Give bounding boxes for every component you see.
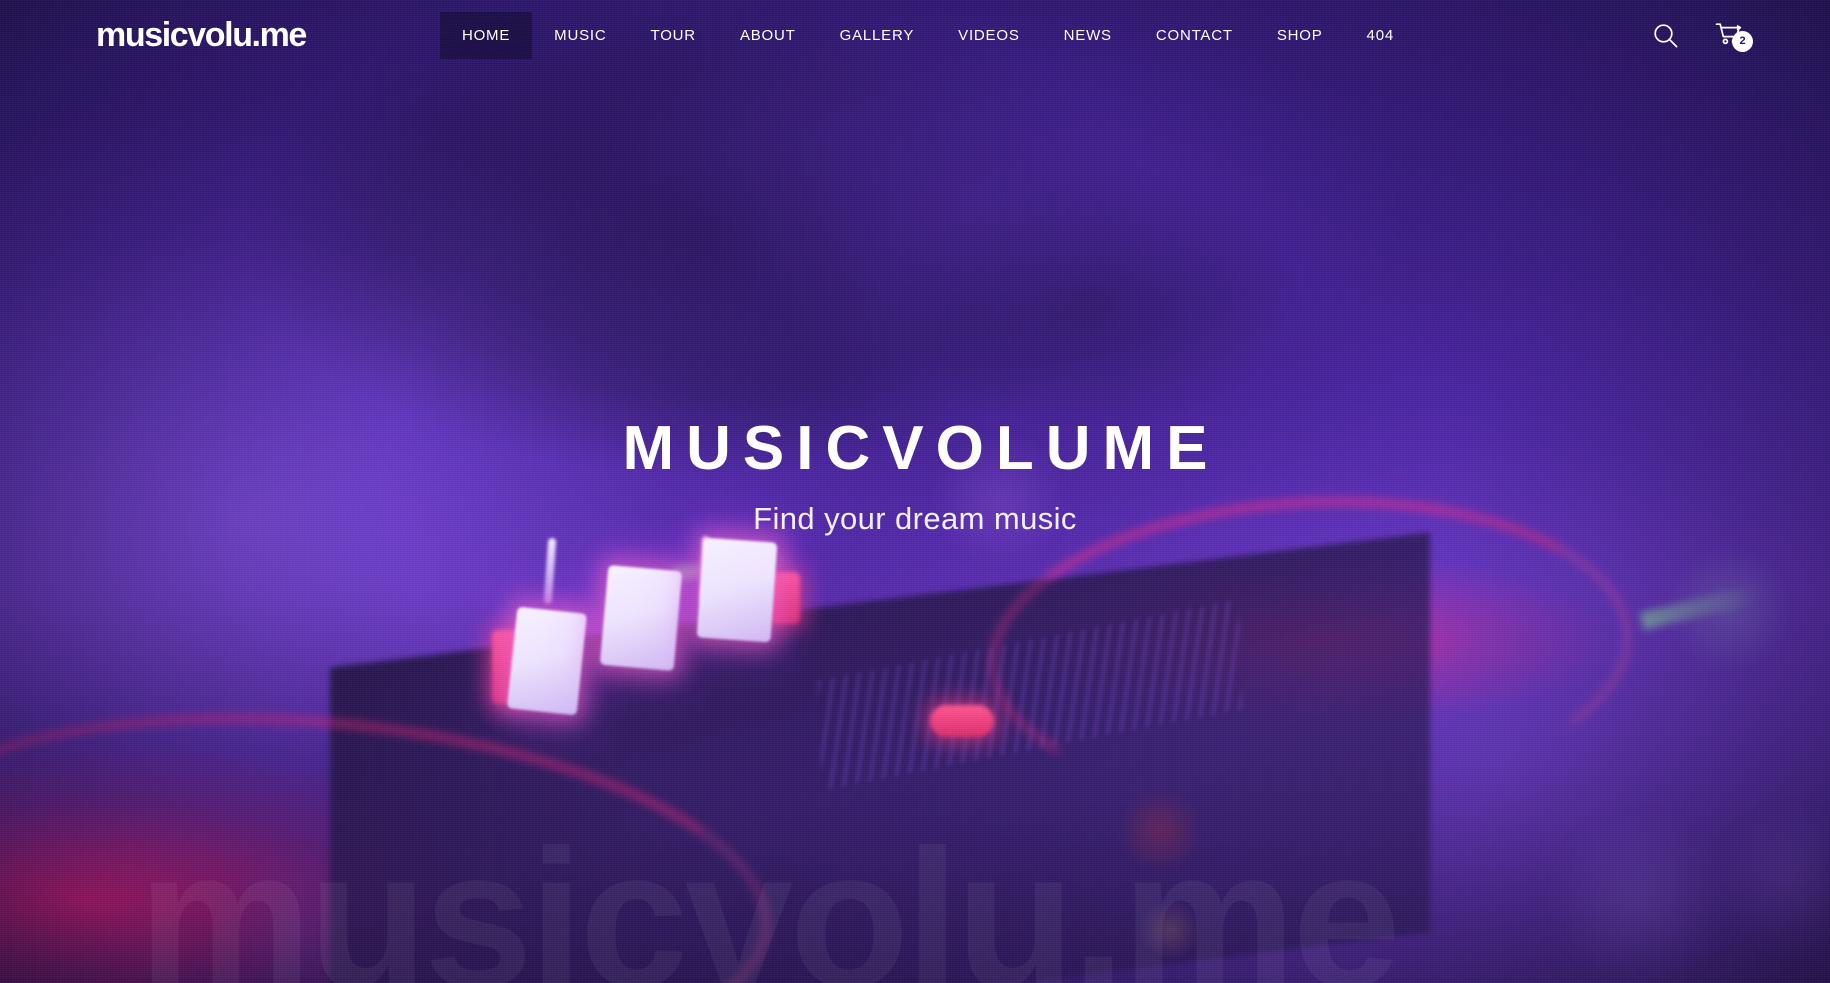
nav-item-tour[interactable]: TOUR [629, 12, 718, 59]
nav-item-404[interactable]: 404 [1345, 12, 1416, 59]
nav-item-about[interactable]: ABOUT [718, 12, 818, 59]
search-button[interactable] [1650, 20, 1680, 50]
site-header: musicvolu.me HOME MUSIC TOUR ABOUT GALLE… [0, 0, 1830, 70]
main-navigation: HOME MUSIC TOUR ABOUT GALLERY VIDEOS NEW… [439, 11, 1416, 59]
hero-copy: MUSICVOLUME Find your dream music [0, 418, 1830, 536]
header-actions: 2 [1650, 20, 1753, 52]
hero-section: musicvolu.me musicvolu.me HOME MUSIC TOU… [0, 0, 1830, 983]
background-watermark: musicvolu.me [138, 809, 1401, 983]
nav-item-videos[interactable]: VIDEOS [936, 12, 1041, 59]
nav-item-news[interactable]: NEWS [1042, 12, 1134, 59]
nav-item-home[interactable]: HOME [439, 11, 533, 59]
nav-item-gallery[interactable]: GALLERY [818, 12, 937, 59]
nav-item-contact[interactable]: CONTACT [1134, 12, 1255, 59]
cart-button[interactable]: 2 [1714, 20, 1753, 52]
hero-subtitle: Find your dream music [753, 501, 1077, 536]
cart-count-badge: 2 [1732, 31, 1753, 52]
search-icon [1653, 23, 1677, 47]
hero-title: MUSICVOLUME [622, 414, 1220, 483]
nav-item-music[interactable]: MUSIC [532, 12, 628, 59]
site-logo[interactable]: musicvolu.me [96, 18, 307, 52]
nav-item-shop[interactable]: SHOP [1255, 12, 1345, 59]
